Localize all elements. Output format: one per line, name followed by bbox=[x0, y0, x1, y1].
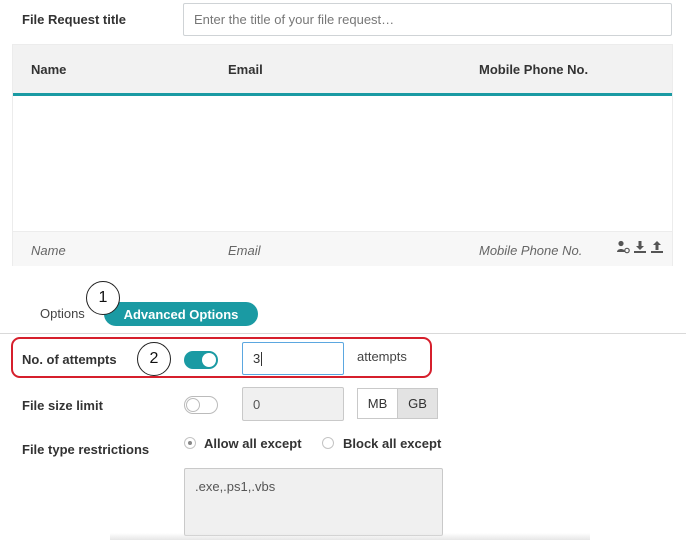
text-cursor bbox=[261, 351, 263, 366]
radio-selected-dot bbox=[188, 441, 192, 445]
upload-icon[interactable] bbox=[650, 240, 664, 254]
file-request-title-label: File Request title bbox=[22, 12, 127, 27]
new-mobile-field[interactable]: Mobile Phone No. bbox=[479, 243, 582, 258]
file-size-value: 0 bbox=[253, 396, 261, 412]
tab-options[interactable]: Options bbox=[40, 306, 85, 321]
callout-2-number: 2 bbox=[149, 350, 159, 367]
callout-1-number: 1 bbox=[98, 289, 108, 306]
table-header: Name Email Mobile Phone No. bbox=[13, 45, 672, 93]
allow-all-except-radio[interactable] bbox=[184, 437, 196, 449]
callout-1: 1 bbox=[86, 281, 120, 315]
recipients-table: Name Email Mobile Phone No. Name Email M… bbox=[12, 44, 673, 266]
file-type-list-value: .exe,.ps1,.vbs bbox=[195, 479, 276, 494]
file-size-input[interactable]: 0 bbox=[242, 387, 344, 421]
attempts-toggle[interactable] bbox=[184, 351, 218, 369]
size-unit-toggle: MB GB bbox=[357, 388, 438, 419]
file-request-title-placeholder: Enter the title of your file request… bbox=[194, 12, 395, 27]
file-type-label: File type restrictions bbox=[22, 442, 150, 457]
attempts-value: 3 bbox=[253, 351, 261, 366]
file-request-title-input[interactable]: Enter the title of your file request… bbox=[183, 3, 672, 36]
column-header-email: Email bbox=[228, 62, 263, 77]
table-body bbox=[13, 96, 672, 231]
attempts-input[interactable]: 3 bbox=[242, 342, 344, 375]
bottom-shadow bbox=[110, 533, 590, 540]
unit-mb-label: MB bbox=[367, 396, 388, 411]
allow-all-except-label: Allow all except bbox=[204, 436, 302, 451]
tabs-divider bbox=[0, 333, 686, 334]
new-name-field[interactable]: Name bbox=[31, 243, 66, 258]
unit-gb-label: GB bbox=[408, 396, 427, 411]
new-email-field[interactable]: Email bbox=[228, 243, 261, 258]
unit-gb-button[interactable]: GB bbox=[398, 389, 437, 418]
block-all-except-label: Block all except bbox=[343, 436, 442, 451]
file-size-toggle-knob bbox=[186, 398, 200, 412]
file-size-label: File size limit bbox=[22, 398, 103, 413]
file-type-list-textarea[interactable]: .exe,.ps1,.vbs bbox=[184, 468, 443, 536]
block-all-except-radio[interactable] bbox=[322, 437, 334, 449]
tab-advanced-options-label: Advanced Options bbox=[123, 306, 239, 322]
download-icon[interactable] bbox=[633, 240, 647, 254]
attempts-label: No. of attempts bbox=[22, 352, 117, 367]
column-header-mobile: Mobile Phone No. bbox=[479, 62, 589, 77]
attempts-unit: attempts bbox=[357, 349, 407, 364]
add-contact-icon[interactable] bbox=[616, 240, 630, 254]
callout-2: 2 bbox=[137, 342, 171, 376]
column-header-name: Name bbox=[31, 62, 67, 77]
unit-mb-button[interactable]: MB bbox=[358, 389, 398, 418]
table-add-row: Name Email Mobile Phone No. bbox=[13, 231, 672, 266]
file-size-toggle[interactable] bbox=[184, 396, 218, 414]
tab-advanced-options[interactable]: Advanced Options bbox=[104, 302, 258, 326]
attempts-toggle-knob bbox=[202, 353, 216, 367]
